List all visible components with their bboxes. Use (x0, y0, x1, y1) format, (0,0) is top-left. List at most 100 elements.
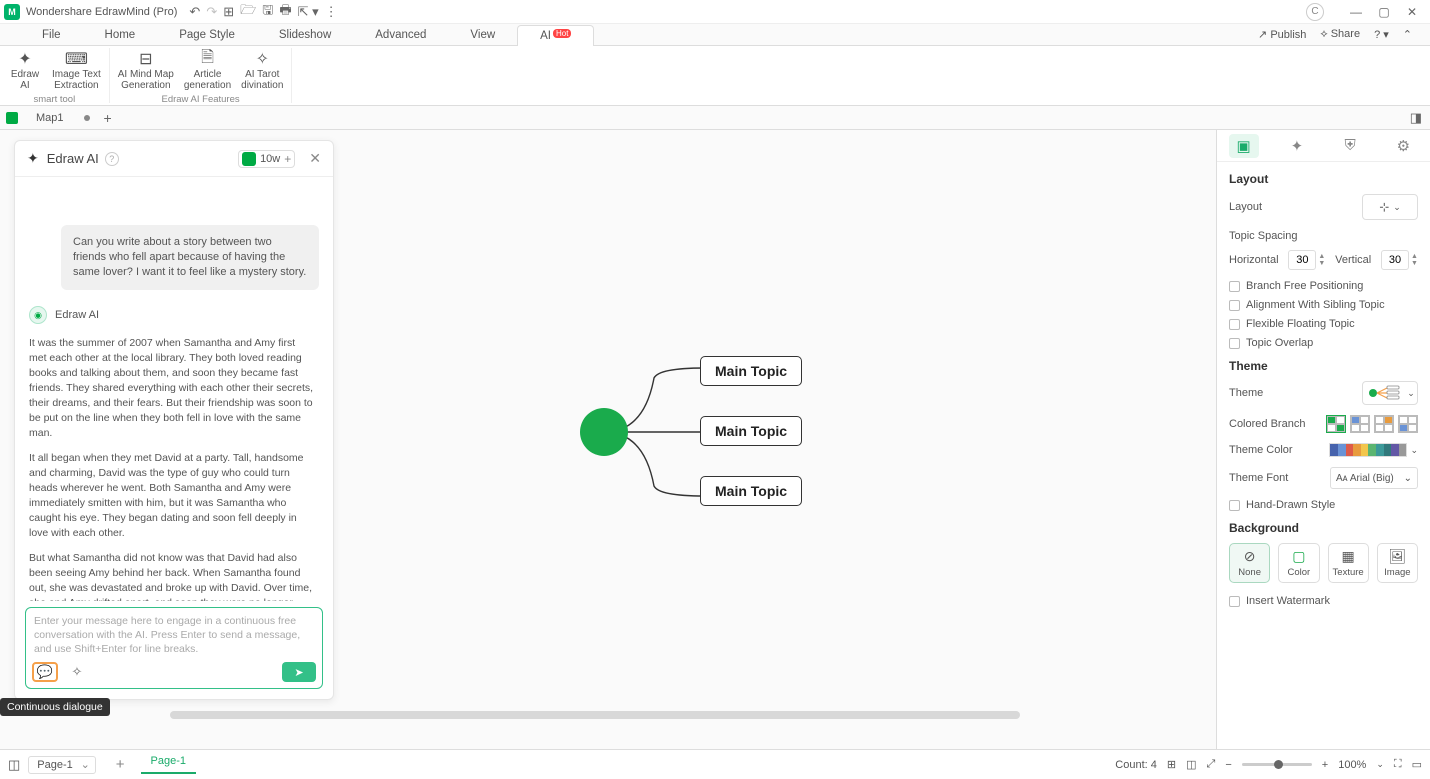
zoom-dropdown-icon[interactable]: ⌄ (1376, 759, 1384, 770)
mindmap-icon: ⊟ (139, 50, 152, 68)
new-icon[interactable]: ⊞ (223, 4, 234, 20)
zoom-out-button[interactable]: − (1225, 759, 1231, 771)
ai-mindmap-button[interactable]: ⊟AI Mind MapGeneration (114, 48, 178, 93)
menu-advanced[interactable]: Advanced (353, 24, 448, 45)
doc-tab-map1[interactable]: Map1 (22, 112, 78, 124)
doc-icon (6, 112, 18, 124)
publish-button[interactable]: ↗ Publish (1258, 28, 1306, 41)
theme-color-select[interactable]: ⌄ (1329, 443, 1418, 457)
ai-input-box[interactable]: Enter your message here to engage in a c… (25, 607, 323, 689)
main-topic-1[interactable]: Main Topic (700, 356, 802, 386)
color-icon: ▢ (1292, 548, 1305, 565)
bg-none-button[interactable]: ⊘None (1229, 543, 1270, 583)
edraw-ai-button[interactable]: ✦EdrawAI (4, 48, 46, 93)
tab-tag-icon[interactable]: ⛨ (1335, 134, 1365, 158)
menu-view[interactable]: View (448, 24, 517, 45)
minimize-button[interactable]: — (1342, 5, 1370, 19)
ribbon-group-ai-features: ⊟AI Mind MapGeneration 🗎Articlegeneratio… (110, 48, 293, 103)
zoom-slider[interactable] (1242, 763, 1312, 766)
theme-color-label: Theme Color (1229, 444, 1293, 456)
theme-section-title: Theme (1229, 359, 1418, 373)
tab-settings-icon[interactable]: ⚙ (1388, 134, 1418, 158)
save-icon[interactable]: 🖫 (262, 1, 273, 23)
open-icon[interactable]: 🗁 (240, 1, 256, 23)
add-tokens-button[interactable]: + (284, 152, 291, 166)
image-text-icon: ⌨ (65, 50, 88, 68)
fit-width-icon[interactable]: ⤢ (1207, 758, 1216, 771)
bg-color-button[interactable]: ▢Color (1278, 543, 1319, 583)
token-counter: 10w + (238, 150, 295, 168)
theme-select[interactable]: ⌄ (1362, 381, 1418, 405)
user-avatar[interactable]: C (1306, 3, 1324, 21)
fullscreen-icon[interactable]: ⛶ (1394, 758, 1402, 771)
send-button[interactable]: ➤ (282, 662, 316, 682)
ai-tarot-button[interactable]: ✧AI Tarotdivination (237, 48, 287, 93)
qat-more-icon[interactable]: ⋮ (325, 4, 338, 20)
topic-spacing-label: Topic Spacing (1229, 230, 1418, 242)
menu-file[interactable]: File (20, 24, 83, 45)
central-topic[interactable] (580, 408, 628, 456)
ribbon-group-smart-tool: ✦EdrawAI ⌨Image TextExtraction smart too… (0, 48, 110, 103)
close-window-button[interactable]: ✕ (1398, 5, 1426, 19)
continuous-dialogue-button[interactable]: 💬 (32, 662, 58, 682)
ai-input-placeholder: Enter your message here to engage in a c… (34, 614, 314, 656)
ai-sparkle-icon: ✦ (27, 150, 39, 167)
bg-texture-button[interactable]: ▦Texture (1328, 543, 1369, 583)
main-topic-2[interactable]: Main Topic (700, 416, 802, 446)
present-icon[interactable]: ▭ (1412, 758, 1422, 771)
alignment-sibling-checkbox[interactable]: Alignment With Sibling Topic (1229, 299, 1418, 311)
close-panel-button[interactable]: ✕ (309, 150, 321, 167)
hand-drawn-checkbox[interactable]: Hand-Drawn Style (1229, 499, 1418, 511)
export-icon[interactable]: ⇱ ▾ (298, 4, 319, 20)
zoom-in-button[interactable]: + (1322, 759, 1328, 771)
new-doc-button[interactable]: + (104, 110, 112, 126)
ai-setting-button[interactable]: ✧ (64, 662, 90, 682)
image-icon: 🖼 (1388, 548, 1406, 565)
article-generation-button[interactable]: 🗎Articlegeneration (180, 48, 235, 93)
token-logo-icon (242, 152, 256, 166)
background-section-title: Background (1229, 521, 1418, 535)
hot-badge: Hot (553, 29, 571, 38)
tab-style-icon[interactable]: ✦ (1282, 134, 1312, 158)
image-text-extraction-button[interactable]: ⌨Image TextExtraction (48, 48, 105, 93)
horizontal-scrollbar[interactable] (170, 711, 1020, 719)
collapse-ribbon-icon[interactable]: ⌃ (1403, 28, 1412, 41)
background-options: ⊘None ▢Color ▦Texture 🖼Image (1229, 543, 1418, 583)
redo-icon[interactable]: ↷ (206, 4, 217, 20)
bg-image-button[interactable]: 🖼Image (1377, 543, 1418, 583)
theme-font-select[interactable]: Aᴀ Arial (Big)⌄ (1330, 467, 1418, 489)
grid-view-icon[interactable]: ⊞ (1167, 758, 1176, 771)
menu-ai[interactable]: AIHot (517, 25, 594, 46)
colored-branch-options[interactable] (1326, 415, 1418, 433)
ai-chat-body[interactable]: Can you write about a story between two … (15, 177, 333, 601)
menu-slideshow[interactable]: Slideshow (257, 24, 353, 45)
status-bar: ◫ Page-1 + Page-1 Count: 4 ⊞ ◫ ⤢ − + 100… (0, 749, 1430, 779)
theme-font-label: Theme Font (1229, 472, 1288, 484)
share-button[interactable]: ⟡ Share (1320, 28, 1360, 41)
insert-watermark-checkbox[interactable]: Insert Watermark (1229, 595, 1418, 607)
fit-page-icon[interactable]: ◫ (1186, 758, 1196, 771)
layout-select[interactable]: ⊹ ⌄ (1362, 194, 1418, 220)
menu-page-style[interactable]: Page Style (157, 24, 257, 45)
help-icon[interactable]: ? ▾ (1374, 28, 1389, 41)
outline-toggle-icon[interactable]: ◫ (8, 757, 20, 773)
horizontal-spacing-input[interactable]: ▲▼ (1288, 250, 1325, 270)
main-topic-3[interactable]: Main Topic (700, 476, 802, 506)
maximize-button[interactable]: ▢ (1370, 5, 1398, 19)
menu-home[interactable]: Home (83, 24, 158, 45)
tab-layout-icon[interactable]: ▣ (1229, 134, 1259, 158)
print-icon[interactable]: 🖶 (279, 1, 291, 23)
vertical-label: Vertical (1335, 254, 1371, 266)
canvas[interactable]: Main Topic Main Topic Main Topic (340, 130, 1216, 749)
vertical-spacing-input[interactable]: ▲▼ (1381, 250, 1418, 270)
help-icon[interactable]: ? (105, 152, 119, 166)
add-page-button[interactable]: + (116, 756, 125, 773)
page-selector[interactable]: Page-1 (28, 756, 95, 774)
panel-toggle-icon[interactable]: ◨ (1410, 110, 1422, 126)
branch-free-checkbox[interactable]: Branch Free Positioning (1229, 280, 1418, 292)
page-tab[interactable]: Page-1 (141, 755, 196, 774)
topic-overlap-checkbox[interactable]: Topic Overlap (1229, 337, 1418, 349)
flexible-floating-checkbox[interactable]: Flexible Floating Topic (1229, 318, 1418, 330)
undo-icon[interactable]: ↶ (189, 4, 200, 20)
theme-label: Theme (1229, 387, 1263, 399)
